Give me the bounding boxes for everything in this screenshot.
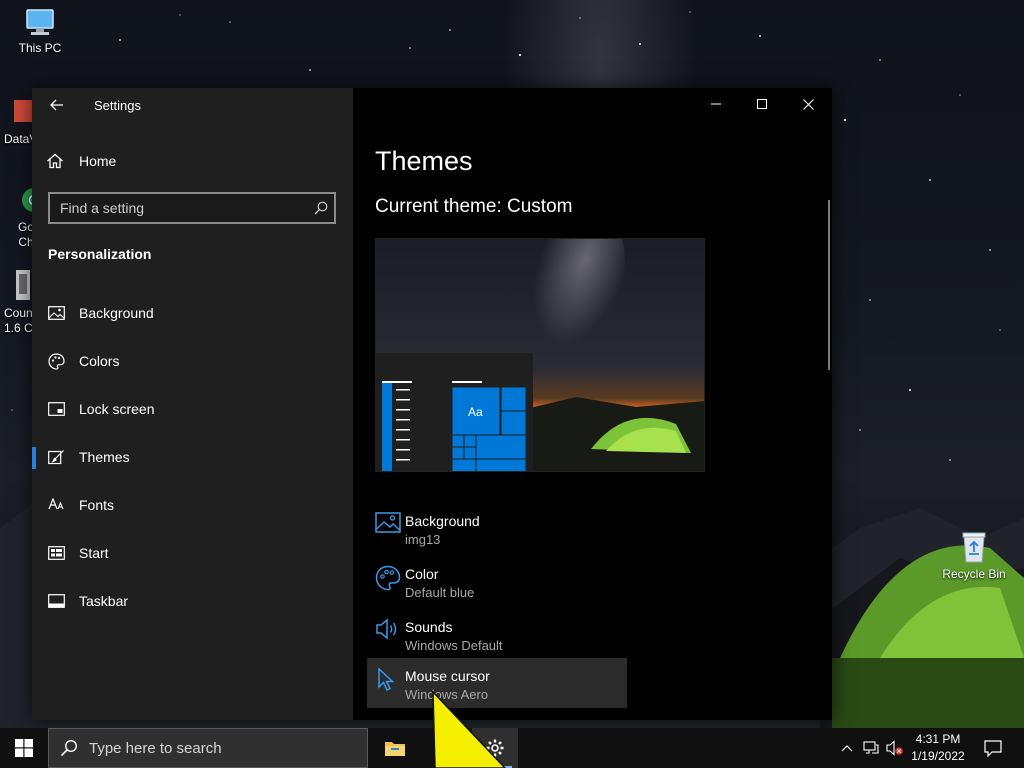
start-button[interactable] [0, 728, 48, 768]
find-setting-search[interactable] [48, 192, 336, 224]
property-name: Sounds [405, 619, 453, 635]
mouse-pointer-icon [367, 658, 405, 698]
settings-taskbar-button[interactable] [472, 728, 518, 768]
close-icon [802, 98, 814, 110]
taskbar-clock[interactable]: 4:31 PM 1/19/2022 [904, 728, 972, 768]
back-arrow-icon [50, 99, 63, 111]
nav-item-background[interactable]: Background [32, 293, 353, 333]
home-icon [47, 153, 63, 169]
recycle-bin-desktop-icon[interactable]: Recycle Bin [936, 530, 1012, 581]
maximize-button[interactable] [739, 88, 785, 120]
speaker-icon [367, 613, 405, 645]
brush-icon [32, 449, 79, 465]
sounds-property[interactable]: Sounds Windows Default [367, 613, 627, 663]
property-value: Default blue [405, 585, 475, 600]
show-hidden-icons-button[interactable] [836, 728, 858, 768]
taskbar-search-box[interactable]: Type here to search [48, 728, 368, 768]
nav-item-fonts[interactable]: Fonts [32, 485, 353, 525]
nav-item-themes[interactable]: Themes [32, 437, 353, 477]
theme-preview-image: Aa [376, 239, 704, 471]
property-value: Windows Default [405, 638, 503, 653]
property-name: Mouse cursor [405, 668, 490, 684]
nav-item-label: Background [79, 305, 154, 321]
home-link[interactable]: Home [46, 148, 116, 174]
nav-item-lock-screen[interactable]: Lock screen [32, 389, 353, 429]
maximize-icon [757, 99, 767, 109]
theme-preview[interactable]: Aa [375, 238, 705, 472]
preview-sample-text: Aa [468, 405, 483, 419]
nav-item-start[interactable]: Start [32, 533, 353, 573]
chevron-up-icon [841, 745, 853, 752]
minimize-icon [711, 103, 721, 105]
close-button[interactable] [785, 88, 831, 120]
property-value: img13 [405, 532, 441, 547]
action-center-button[interactable] [978, 728, 1008, 768]
section-title: Personalization [48, 246, 152, 262]
network-tray-button[interactable] [860, 728, 882, 768]
settings-sidebar: Settings Home Personalization Background [32, 88, 353, 720]
color-property[interactable]: Color Default blue [367, 560, 627, 610]
themes-content-pane: Themes Current theme: Custom Aa Backgrou… [353, 88, 832, 720]
clock-date: 1/19/2022 [911, 749, 965, 763]
back-button[interactable] [44, 92, 70, 118]
taskbar: Type here to search 4:31 PM 1/19/2022 [0, 728, 1024, 768]
nav-item-label: Start [79, 545, 109, 561]
gear-icon [486, 739, 504, 757]
lock-screen-icon [32, 402, 79, 416]
mouse-cursor-property[interactable]: Mouse cursor Windows Aero [367, 658, 627, 708]
counter-strike-label: Coun 1.6 C [4, 306, 33, 335]
clock-time: 4:31 PM [915, 732, 961, 746]
current-theme-heading: Current theme: Custom [375, 196, 573, 217]
fonts-icon [32, 498, 79, 512]
page-title: Themes [375, 146, 473, 176]
picture-icon [367, 507, 405, 539]
notification-icon [984, 739, 1002, 757]
minimize-button[interactable] [693, 88, 739, 120]
volume-tray-button[interactable] [884, 728, 906, 768]
nav-item-colors[interactable]: Colors [32, 341, 353, 381]
recycle-bin-label: Recycle Bin [942, 567, 1006, 581]
picture-icon [32, 306, 79, 320]
windows-logo-icon [15, 739, 33, 757]
volume-muted-icon [886, 740, 903, 756]
counter-strike-icon [16, 270, 30, 300]
settings-window: Settings Home Personalization Background [32, 88, 832, 720]
selected-indicator [32, 447, 36, 469]
background-property[interactable]: Background img13 [367, 507, 627, 557]
nav-item-label: Lock screen [79, 401, 155, 417]
datav-desktop-icon[interactable]: DataV [4, 98, 37, 148]
start-icon [32, 546, 79, 560]
nav-item-label: Themes [79, 449, 130, 465]
nav-item-label: Colors [79, 353, 120, 369]
this-pc-label: This PC [18, 41, 62, 55]
palette-icon [32, 352, 79, 370]
palette-icon [367, 560, 405, 596]
this-pc-desktop-icon[interactable]: This PC [2, 8, 78, 55]
recycle-bin-icon [962, 532, 986, 563]
property-value: Windows Aero [405, 687, 489, 702]
property-name: Background [405, 513, 480, 529]
nav-item-label: Fonts [79, 497, 115, 513]
taskbar-icon [32, 594, 79, 608]
search-icon [49, 739, 89, 757]
nav-item-label: Taskbar [79, 593, 129, 609]
property-name: Color [405, 566, 439, 582]
computer-icon [26, 9, 54, 35]
chrome-desktop-icon[interactable]: Go Ch [12, 186, 42, 249]
taskbar-search-placeholder: Type here to search [89, 739, 222, 757]
search-icon[interactable] [308, 201, 334, 215]
file-explorer-taskbar-button[interactable] [372, 728, 418, 768]
nav-item-taskbar[interactable]: Taskbar [32, 581, 353, 621]
counter-strike-desktop-icon[interactable]: Coun 1.6 C [2, 268, 33, 338]
folder-icon [385, 742, 405, 756]
datav-app-icon [14, 100, 32, 122]
network-icon [863, 741, 879, 754]
window-title: Settings [94, 98, 141, 113]
find-setting-input[interactable] [60, 200, 308, 216]
scrollbar-thumb[interactable] [828, 200, 830, 370]
home-label: Home [79, 153, 117, 169]
